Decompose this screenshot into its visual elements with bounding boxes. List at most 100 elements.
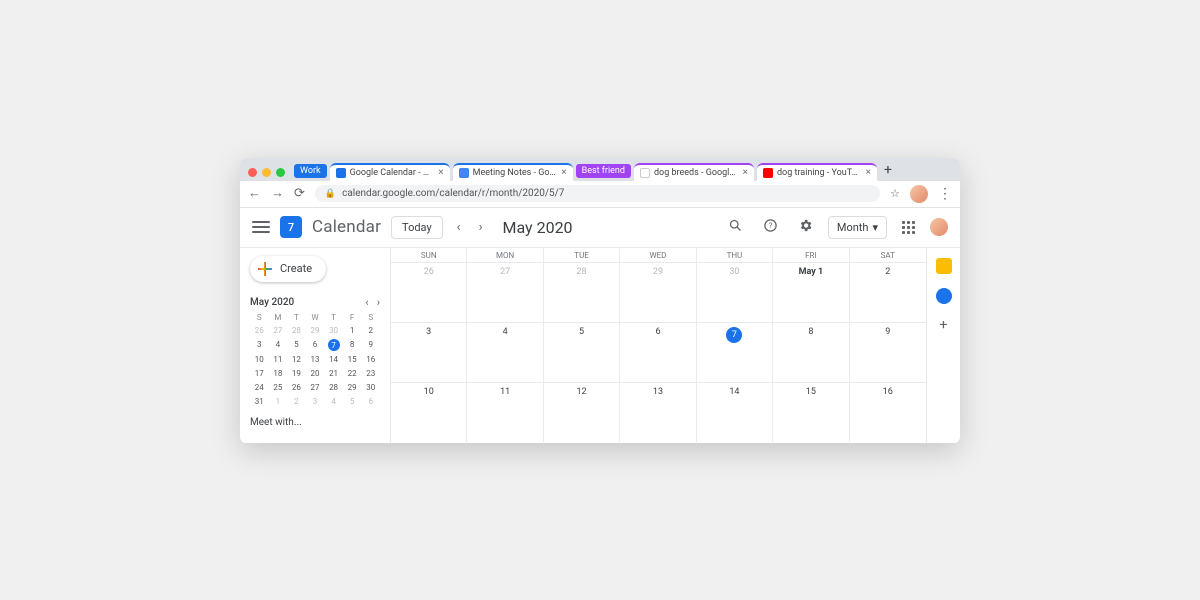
day-cell[interactable]: 2: [850, 263, 926, 322]
mini-day-cell[interactable]: 18: [269, 368, 288, 379]
mini-day-cell[interactable]: 22: [343, 368, 362, 379]
back-button[interactable]: ←: [248, 187, 261, 200]
mini-day-cell[interactable]: 27: [269, 325, 288, 336]
mini-day-cell[interactable]: 5: [287, 339, 306, 351]
day-cell[interactable]: 5: [544, 323, 620, 382]
mini-day-cell[interactable]: 1: [343, 325, 362, 336]
day-cell[interactable]: 29: [620, 263, 696, 322]
prev-month-button[interactable]: ‹: [453, 220, 465, 235]
day-cell[interactable]: 28: [544, 263, 620, 322]
mini-day-cell[interactable]: 19: [287, 368, 306, 379]
tasks-icon[interactable]: [936, 288, 952, 304]
mini-day-cell[interactable]: 6: [306, 339, 325, 351]
main-menu-icon[interactable]: [252, 221, 270, 233]
profile-avatar[interactable]: [910, 185, 928, 203]
close-tab-icon[interactable]: ×: [561, 168, 566, 178]
minimize-window-icon[interactable]: [262, 168, 271, 177]
tab-dog-breeds[interactable]: dog breeds - Google Sear... ×: [634, 163, 754, 181]
mini-day-cell[interactable]: 26: [287, 382, 306, 393]
mini-day-cell[interactable]: 1: [269, 396, 288, 407]
mini-day-cell[interactable]: 5: [343, 396, 362, 407]
tab-group-best-friend[interactable]: Best friend: [576, 164, 631, 178]
mini-day-cell[interactable]: 27: [306, 382, 325, 393]
mini-day-cell[interactable]: 16: [361, 354, 380, 365]
mini-prev-button[interactable]: ‹: [365, 296, 368, 309]
meet-with-link[interactable]: Meet with...: [250, 417, 380, 428]
day-cell[interactable]: 10: [391, 383, 467, 442]
mini-day-cell[interactable]: 2: [287, 396, 306, 407]
mini-day-cell[interactable]: 30: [361, 382, 380, 393]
day-cell[interactable]: 8: [773, 323, 849, 382]
day-cell[interactable]: 6: [620, 323, 696, 382]
create-button[interactable]: Create: [250, 256, 326, 282]
mini-day-cell[interactable]: 13: [306, 354, 325, 365]
close-tab-icon[interactable]: ×: [866, 168, 871, 178]
mini-day-cell[interactable]: 25: [269, 382, 288, 393]
day-cell[interactable]: 7: [697, 323, 773, 382]
bookmark-star-icon[interactable]: ☆: [890, 187, 900, 200]
next-month-button[interactable]: ›: [475, 220, 487, 235]
new-tab-button[interactable]: +: [880, 162, 898, 181]
day-cell[interactable]: 15: [773, 383, 849, 442]
today-button[interactable]: Today: [391, 216, 443, 239]
mini-day-cell[interactable]: 24: [250, 382, 269, 393]
day-cell[interactable]: 9: [850, 323, 926, 382]
mini-day-cell[interactable]: 26: [250, 325, 269, 336]
mini-day-cell[interactable]: 23: [361, 368, 380, 379]
mini-day-cell[interactable]: 7: [328, 339, 340, 351]
keep-icon[interactable]: [936, 258, 952, 274]
day-cell[interactable]: 26: [391, 263, 467, 322]
help-icon[interactable]: ?: [758, 218, 783, 237]
maximize-window-icon[interactable]: [276, 168, 285, 177]
day-cell[interactable]: 11: [467, 383, 543, 442]
mini-day-cell[interactable]: 31: [250, 396, 269, 407]
day-cell[interactable]: 30: [697, 263, 773, 322]
day-cell[interactable]: 3: [391, 323, 467, 382]
close-tab-icon[interactable]: ×: [438, 168, 443, 178]
mini-day-cell[interactable]: 29: [343, 382, 362, 393]
mini-day-cell[interactable]: 20: [306, 368, 325, 379]
mini-day-cell[interactable]: 2: [361, 325, 380, 336]
tab-group-work[interactable]: Work: [294, 164, 327, 178]
day-cell[interactable]: May 1: [773, 263, 849, 322]
day-cell[interactable]: 16: [850, 383, 926, 442]
mini-day-cell[interactable]: 3: [250, 339, 269, 351]
add-addon-icon[interactable]: +: [940, 318, 948, 332]
account-avatar[interactable]: [930, 218, 948, 236]
tab-google-calendar[interactable]: Google Calendar - May 20... ×: [330, 163, 450, 181]
mini-day-cell[interactable]: 8: [343, 339, 362, 351]
close-window-icon[interactable]: [248, 168, 257, 177]
browser-menu-icon[interactable]: ⋮: [938, 187, 952, 201]
mini-day-cell[interactable]: 12: [287, 354, 306, 365]
mini-day-cell[interactable]: 28: [287, 325, 306, 336]
view-selector[interactable]: Month ▾: [828, 216, 887, 239]
forward-button[interactable]: →: [271, 187, 284, 200]
reload-button[interactable]: ⟳: [294, 187, 305, 200]
close-tab-icon[interactable]: ×: [743, 168, 748, 178]
mini-day-cell[interactable]: 21: [324, 368, 343, 379]
mini-day-cell[interactable]: 14: [324, 354, 343, 365]
day-cell[interactable]: 14: [697, 383, 773, 442]
mini-next-button[interactable]: ›: [377, 296, 380, 309]
mini-day-cell[interactable]: 30: [324, 325, 343, 336]
mini-calendar[interactable]: SMTWTFS262728293012345678910111213141516…: [250, 313, 380, 407]
mini-day-cell[interactable]: 3: [306, 396, 325, 407]
mini-day-cell[interactable]: 4: [324, 396, 343, 407]
mini-day-cell[interactable]: 17: [250, 368, 269, 379]
address-bar[interactable]: 🔒 calendar.google.com/calendar/r/month/2…: [315, 185, 880, 202]
mini-day-cell[interactable]: 6: [361, 396, 380, 407]
settings-gear-icon[interactable]: [793, 218, 818, 237]
day-cell[interactable]: 13: [620, 383, 696, 442]
mini-day-cell[interactable]: 15: [343, 354, 362, 365]
mini-day-cell[interactable]: 10: [250, 354, 269, 365]
mini-day-cell[interactable]: 11: [269, 354, 288, 365]
search-icon[interactable]: [723, 218, 748, 237]
mini-day-cell[interactable]: 9: [361, 339, 380, 351]
mini-day-cell[interactable]: 29: [306, 325, 325, 336]
google-apps-icon[interactable]: [897, 221, 920, 234]
day-cell[interactable]: 4: [467, 323, 543, 382]
tab-dog-training[interactable]: dog training - YouTube ×: [757, 163, 877, 181]
mini-day-cell[interactable]: 28: [324, 382, 343, 393]
mini-day-cell[interactable]: 4: [269, 339, 288, 351]
tab-meeting-notes[interactable]: Meeting Notes - Google D... ×: [453, 163, 573, 181]
